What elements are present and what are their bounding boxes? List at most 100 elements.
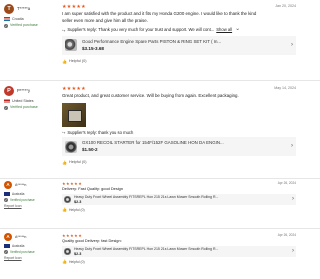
- verified-badge: ✓ Verified purchase: [4, 250, 60, 254]
- supplier-reply: ↪ Supplier's reply: Thank you very much …: [62, 26, 296, 34]
- helpful-button[interactable]: 👍 Helpful (0): [62, 207, 296, 212]
- review-date: Jan 20, 2024: [275, 4, 296, 8]
- reviewer-info: A A*****n Australia ✓ Verified purchase …: [4, 233, 60, 262]
- thumbs-up-icon: 👍: [62, 207, 67, 213]
- reviewer-name: A*****n: [15, 235, 27, 239]
- croatia-flag-icon: [4, 17, 10, 22]
- thumbs-up-icon: 👍: [62, 259, 67, 265]
- chevron-right-icon: ›: [292, 195, 294, 202]
- star-rating: ★★★★★: [62, 233, 83, 238]
- product-link[interactable]: Good Performance Engine Spare Parts PIST…: [62, 35, 296, 55]
- chevron-right-icon: ›: [291, 142, 293, 149]
- product-name: Heavy Duty Front Wheel Assembly FITSREPL…: [74, 246, 219, 251]
- divider: [0, 228, 320, 229]
- reply-label: Supplier's reply:: [67, 129, 98, 135]
- australia-flag-icon: [4, 192, 10, 196]
- verified-badge: ✓ Verified purchase: [4, 23, 60, 28]
- reviewer-country: Australia: [4, 244, 60, 248]
- review-card: T T*****a Croatia ✓ Verified purchase ★★…: [0, 4, 300, 76]
- thumbs-up-icon: 👍: [62, 58, 67, 64]
- review-date: Apr 26, 2024: [277, 181, 296, 185]
- product-thumbnail: [64, 196, 71, 204]
- report-link[interactable]: Report Icon: [4, 256, 60, 260]
- show-all-link[interactable]: Show all: [216, 27, 232, 32]
- product-link[interactable]: GX100 RECOIL STARTER for 154F/152F GASOL…: [62, 137, 296, 156]
- verified-badge: ✓ Verified purchase: [4, 198, 60, 202]
- verified-label: Verified purchase: [10, 198, 35, 202]
- review-card: A A*****n Australia ✓ Verified purchase …: [0, 233, 300, 277]
- review-text: Great product, and great customer servic…: [62, 93, 239, 99]
- review-photo[interactable]: [62, 102, 86, 127]
- avatar: A: [4, 181, 12, 189]
- star-rating: ★★★★★: [62, 4, 86, 10]
- product-thumbnail: [65, 39, 77, 52]
- reply-icon: ↪: [62, 27, 66, 33]
- verified-label: Verified purchase: [10, 250, 35, 254]
- check-icon: ✓: [4, 198, 8, 202]
- reply-icon: ↪: [62, 129, 66, 135]
- star-rating: ★★★★★: [62, 86, 86, 92]
- check-icon: ✓: [4, 250, 8, 254]
- report-label[interactable]: Report Icon: [4, 204, 22, 208]
- product-thumbnail: [64, 248, 71, 256]
- product-price: $2.3: [74, 199, 82, 204]
- product-price: $1.50-2: [82, 147, 98, 153]
- supplier-reply: ↪ Supplier's reply: thank you so much: [62, 130, 296, 135]
- star-rating: ★★★★★: [62, 181, 83, 186]
- helpful-label: Helpful (0): [68, 58, 87, 63]
- chevron-right-icon: ›: [292, 247, 294, 254]
- review-card: P P*****y United States ✓ Verified purch…: [0, 86, 300, 176]
- reviewer-info: T T*****a Croatia ✓ Verified purchase: [4, 4, 60, 30]
- avatar: T: [4, 4, 14, 14]
- australia-flag-icon: [4, 244, 10, 248]
- check-icon: ✓: [4, 105, 8, 110]
- product-name: Heavy Duty Front Wheel Assembly FITSREPL…: [74, 194, 219, 199]
- helpful-label: Helpful (0): [68, 207, 85, 212]
- product-name: GX100 RECOIL STARTER for 154F/152F GASOL…: [82, 139, 224, 145]
- divider: [0, 178, 320, 179]
- thumbs-up-icon: 👍: [62, 160, 67, 165]
- product-thumbnail: [65, 140, 77, 153]
- helpful-button[interactable]: 👍 Helpful (0): [62, 160, 296, 165]
- product-link[interactable]: Heavy Duty Front Wheel Assembly FITSREPL…: [62, 246, 296, 258]
- reply-text: Thank you very much for your trust and s…: [98, 27, 215, 33]
- reviewer-name: A*****n: [15, 183, 27, 187]
- helpful-button[interactable]: 👍 Helpful (0): [62, 59, 296, 64]
- us-flag-icon: [4, 99, 10, 104]
- reviewer-info: P P*****y United States ✓ Verified purch…: [4, 86, 60, 112]
- product-name: Good Performance Engine Spare Parts PIST…: [82, 38, 222, 44]
- helpful-label: Helpful (0): [68, 259, 85, 264]
- report-label[interactable]: Report Icon: [4, 256, 22, 260]
- helpful-button[interactable]: 👍 Helpful (0): [62, 259, 296, 264]
- review-text: Delivery: Fast Quality: good Design: [62, 187, 123, 192]
- divider: [0, 80, 320, 81]
- verified-label: Verified purchase: [10, 23, 38, 28]
- verified-badge: ✓ Verified purchase: [4, 105, 60, 110]
- product-price: $2.3: [74, 251, 82, 256]
- country-label: United States: [12, 99, 34, 103]
- avatar: A: [4, 233, 12, 241]
- helpful-label: Helpful (0): [68, 160, 87, 165]
- country-label: Australia: [12, 192, 25, 196]
- product-price: $3.15-3.68: [82, 46, 104, 52]
- reviewer-country: United States: [4, 99, 60, 104]
- reviewer-info: A A*****n Australia ✓ Verified purchase …: [4, 181, 60, 210]
- review-date: Apr 26, 2024: [277, 233, 296, 237]
- avatar: P: [4, 86, 14, 96]
- reviewer-country: Australia: [4, 192, 60, 196]
- review-text: I am super satisfied with the product an…: [62, 11, 257, 17]
- verified-label: Verified purchase: [10, 105, 38, 110]
- review-text: Quality good Delivery: fast Design:: [62, 239, 122, 244]
- product-link[interactable]: Heavy Duty Front Wheel Assembly FITSREPL…: [62, 194, 296, 206]
- check-icon: ✓: [4, 23, 8, 28]
- review-text: seller even more and give him all the pr…: [62, 17, 148, 23]
- reply-label: Supplier's reply:: [67, 27, 98, 33]
- country-label: Croatia: [12, 17, 24, 21]
- review-card: A A*****n Australia ✓ Verified purchase …: [0, 181, 300, 225]
- report-link[interactable]: Report Icon: [4, 204, 60, 208]
- review-date: May 14, 2024: [274, 86, 296, 90]
- chevron-down-icon[interactable]: ⌄: [235, 26, 240, 34]
- country-label: Australia: [12, 244, 25, 248]
- chevron-right-icon: ›: [291, 41, 293, 48]
- reviewer-country: Croatia: [4, 17, 60, 22]
